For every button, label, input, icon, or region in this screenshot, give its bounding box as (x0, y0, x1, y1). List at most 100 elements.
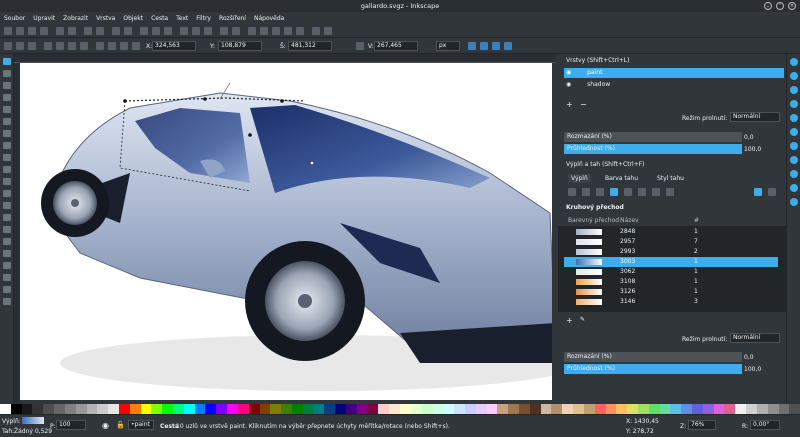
fill-rule-nonzero-icon[interactable] (768, 188, 776, 196)
pen-tool-icon[interactable] (3, 178, 11, 185)
snap-rotation-center-icon[interactable] (790, 156, 798, 164)
gradient-row[interactable]: 3146 3 (564, 297, 778, 307)
lower-icon[interactable] (120, 42, 128, 50)
palette-swatch[interactable] (10, 404, 22, 414)
gradient-row[interactable]: 3003 1 (564, 257, 778, 267)
palette-swatch[interactable] (475, 404, 487, 414)
menu-filters[interactable]: Filtry (196, 15, 211, 22)
snap-toggle-icon[interactable] (790, 58, 798, 66)
ungroup-icon[interactable] (232, 27, 240, 35)
xml-editor-icon[interactable] (284, 27, 292, 35)
palette-swatch[interactable] (724, 404, 736, 414)
save-icon[interactable] (28, 27, 36, 35)
zoom-drawing-icon[interactable] (152, 27, 160, 35)
redo-icon[interactable] (96, 27, 104, 35)
palette-swatch[interactable] (118, 404, 130, 414)
gradient-row[interactable]: 2957 7 (564, 237, 778, 247)
palette-swatch[interactable] (583, 404, 595, 414)
fill-opacity-bar[interactable]: Průhlednost (%) (564, 364, 742, 374)
paste-icon[interactable] (124, 27, 132, 35)
palette-swatch[interactable] (227, 404, 238, 414)
palette-swatch[interactable] (735, 404, 747, 414)
palette-swatch[interactable] (346, 404, 357, 414)
add-layer-button[interactable]: + (566, 100, 573, 109)
palette-swatch[interactable] (454, 404, 465, 414)
export-icon[interactable] (68, 27, 76, 35)
palette-swatch[interactable] (692, 404, 703, 414)
gradient-row[interactable]: 3126 1 (564, 287, 778, 297)
palette-swatch[interactable] (140, 404, 152, 414)
tab-fill[interactable]: Výplň (568, 174, 591, 183)
palette-swatch[interactable] (205, 404, 217, 414)
palette-swatch[interactable] (605, 404, 617, 414)
palette-swatch[interactable] (356, 404, 368, 414)
snap-guide-icon[interactable] (790, 198, 798, 206)
palette-swatch[interactable] (259, 404, 271, 414)
drawing-canvas[interactable] (20, 63, 556, 403)
palette-swatch[interactable] (216, 404, 228, 414)
palette-swatch[interactable] (529, 404, 541, 414)
select-all-icon[interactable] (4, 42, 12, 50)
radial-gradient-icon[interactable] (610, 188, 618, 196)
mesh-gradient-icon[interactable] (624, 188, 632, 196)
palette-swatch[interactable] (648, 404, 660, 414)
selector-tool-icon[interactable] (3, 58, 11, 65)
palette-swatch[interactable] (670, 404, 682, 414)
snap-bbox-icon[interactable] (790, 72, 798, 80)
measure-tool-icon[interactable] (3, 298, 11, 305)
gradient-row[interactable]: 2848 1 (564, 227, 778, 237)
swatch-icon[interactable] (652, 188, 660, 196)
gradient-list[interactable]: 2848 1 2957 7 2993 2 3003 1 3062 1 3108 1 3126 1 3146 3 (558, 226, 786, 312)
palette-swatch[interactable] (21, 404, 33, 414)
palette-swatch[interactable] (291, 404, 303, 414)
x-field[interactable]: 324,563 (152, 41, 196, 51)
palette-swatch[interactable] (497, 404, 509, 414)
fillstroke-panel-header[interactable]: Výplň a tah (Shift+Ctrl+F) (558, 160, 786, 170)
visibility-icon[interactable]: ◉ (102, 421, 109, 430)
new-document-icon[interactable] (4, 27, 12, 35)
width-field[interactable]: 481,312 (288, 41, 332, 51)
snap-page-icon[interactable] (790, 170, 798, 178)
palette-swatch[interactable] (562, 404, 574, 414)
group-icon[interactable] (220, 27, 228, 35)
layer-row-paint[interactable]: ◉ paint (564, 68, 784, 78)
palette-swatch[interactable] (270, 404, 282, 414)
remove-layer-button[interactable]: − (580, 100, 587, 109)
transform-gradients-icon[interactable] (492, 42, 500, 50)
gradient-row[interactable]: 3062 1 (564, 267, 778, 277)
opacity-field[interactable]: 100 (56, 420, 86, 430)
palette-swatch[interactable] (108, 404, 119, 414)
layers-opacity-bar[interactable]: Průhlednost (%) (564, 144, 742, 154)
clone-icon[interactable] (192, 27, 200, 35)
unit-select[interactable]: px (436, 41, 460, 51)
preferences-icon[interactable] (312, 27, 320, 35)
align-icon[interactable] (296, 27, 304, 35)
color-palette[interactable] (0, 404, 800, 414)
layers-opacity-value[interactable]: 100,0 (744, 146, 761, 153)
palette-swatch[interactable] (746, 404, 757, 414)
fill-rule-evenodd-icon[interactable] (754, 188, 762, 196)
eraser-tool-icon[interactable] (3, 226, 11, 233)
connector-tool-icon[interactable] (3, 286, 11, 293)
flip-horizontal-icon[interactable] (68, 42, 76, 50)
text-font-icon[interactable] (260, 27, 268, 35)
palette-swatch[interactable] (64, 404, 76, 414)
palette-swatch[interactable] (627, 404, 638, 414)
vertical-scrollbar[interactable] (552, 63, 556, 403)
snap-nodes-icon[interactable] (790, 86, 798, 94)
palette-swatch[interactable] (54, 404, 65, 414)
palette-swatch[interactable] (97, 404, 109, 414)
duplicate-icon[interactable] (180, 27, 188, 35)
zoom-page-icon[interactable] (164, 27, 172, 35)
palette-swatch[interactable] (378, 404, 390, 414)
palette-swatch[interactable] (432, 404, 444, 414)
palette-swatch[interactable] (789, 404, 800, 414)
palette-swatch[interactable] (659, 404, 671, 414)
maximize-icon[interactable]: ⌃ (776, 2, 784, 10)
bucket-tool-icon[interactable] (3, 238, 11, 245)
import-icon[interactable] (56, 27, 64, 35)
palette-swatch[interactable] (313, 404, 325, 414)
palette-swatch[interactable] (519, 404, 530, 414)
print-icon[interactable] (40, 27, 48, 35)
palette-swatch[interactable] (389, 404, 401, 414)
